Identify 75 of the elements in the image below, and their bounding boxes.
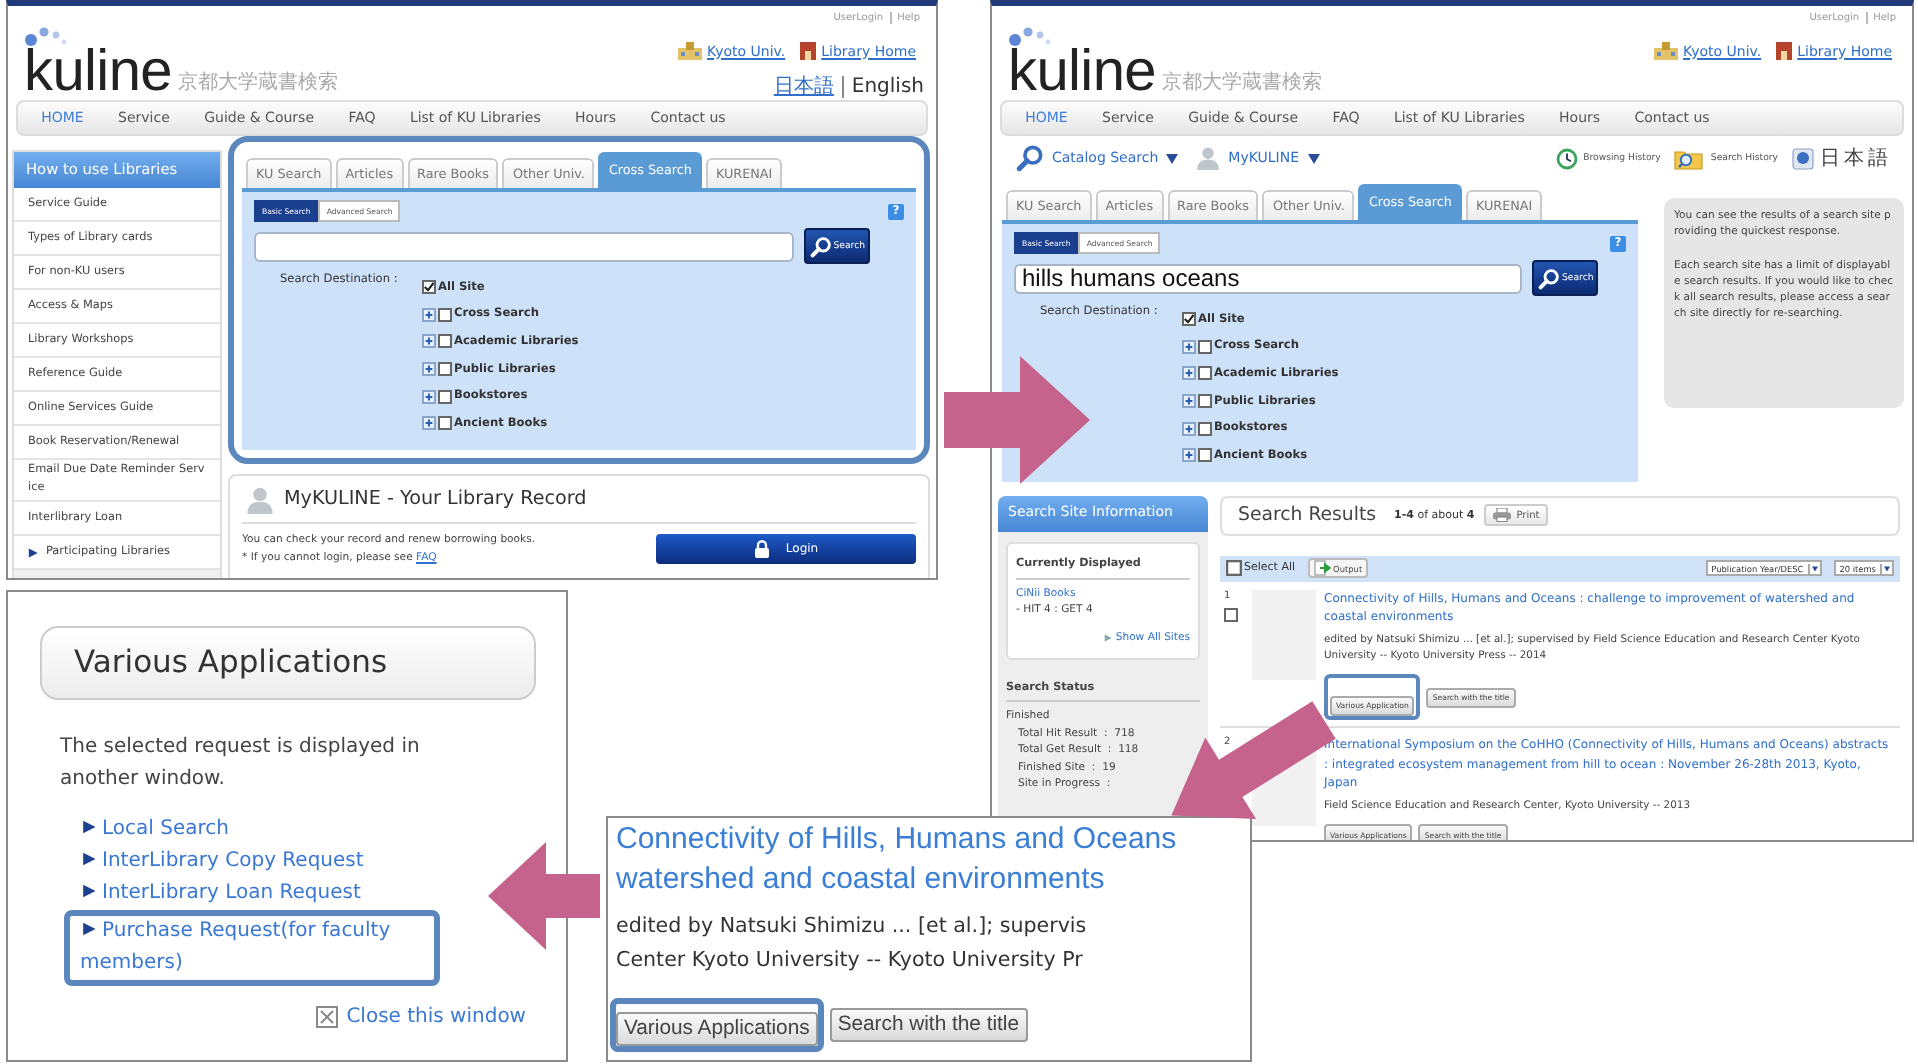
library-icon xyxy=(1775,42,1792,60)
request-link[interactable]: InterLibrary Loan Request xyxy=(80,878,361,910)
window-title: Various Applications xyxy=(40,626,536,700)
triangle-icon xyxy=(28,547,38,557)
caret-icon xyxy=(1166,153,1179,163)
checkbox-icon[interactable] xyxy=(438,307,452,322)
checkbox-icon[interactable] xyxy=(438,334,452,349)
card-title: MyKULINE - Your Library Record xyxy=(284,488,587,511)
triangle-icon xyxy=(82,819,96,834)
expand-icon[interactable] xyxy=(422,307,436,322)
close-icon xyxy=(316,1006,339,1028)
results-title: Search Results xyxy=(1238,504,1377,527)
expand-icon[interactable] xyxy=(422,334,436,349)
checkbox-icon[interactable] xyxy=(438,362,452,377)
result-title-link[interactable]: Connectivity of Hills, Humans and Oceans watershed and coastal environments xyxy=(616,820,1242,900)
checkbox-icon[interactable] xyxy=(438,416,452,431)
request-link[interactable]: InterLibrary Copy Request xyxy=(80,846,364,878)
checkbox-icon[interactable] xyxy=(1198,448,1212,463)
expand-icon[interactable] xyxy=(1182,448,1196,463)
language-link[interactable]: 日本語 xyxy=(1820,144,1892,172)
language-icon xyxy=(1792,147,1814,169)
logo-subtitle: 京都大学蔵書検索 xyxy=(177,72,338,96)
search-icon xyxy=(1016,144,1044,172)
caret-icon xyxy=(1307,153,1319,163)
expand-icon[interactable] xyxy=(422,362,436,377)
folder-search-icon xyxy=(1674,147,1705,169)
search-icon xyxy=(809,235,832,257)
triangle-icon xyxy=(82,851,96,866)
building-icon xyxy=(677,42,702,60)
triangle-icon xyxy=(82,921,96,936)
checkbox-icon[interactable] xyxy=(1226,560,1242,577)
export-icon xyxy=(1313,560,1332,577)
window-message: The selected request is displayed in another window. xyxy=(60,734,422,793)
expand-icon[interactable] xyxy=(1182,394,1196,409)
search-field[interactable]: hills humans oceans xyxy=(1014,263,1522,293)
checkbox-icon[interactable] xyxy=(1182,312,1196,327)
clock-icon xyxy=(1555,147,1578,169)
logo-wordmark: kuline xyxy=(24,48,172,96)
logo-subtitle: 京都大学蔵書検索 xyxy=(1161,72,1322,96)
library-icon xyxy=(799,42,816,60)
search-field[interactable] xyxy=(254,231,794,261)
request-link[interactable]: Local Search xyxy=(80,814,229,846)
expand-icon[interactable] xyxy=(1182,366,1196,381)
expand-icon[interactable] xyxy=(422,416,436,431)
caret-icon xyxy=(1807,563,1820,574)
triangle-icon xyxy=(1103,633,1112,642)
checkbox-icon[interactable] xyxy=(1224,607,1238,622)
language-link[interactable]: 日本語 xyxy=(773,72,834,100)
checkbox-icon[interactable] xyxy=(1198,339,1212,354)
checkbox-icon[interactable] xyxy=(1198,366,1212,381)
logo-wordmark: kuline xyxy=(1008,48,1156,96)
dots-icon xyxy=(1008,26,1052,48)
pointer-arrow xyxy=(488,842,600,950)
checkbox-icon[interactable] xyxy=(438,389,452,404)
request-link[interactable]: Purchase Request(for faculty members) xyxy=(80,916,430,980)
expand-icon[interactable] xyxy=(422,389,436,404)
result-action-button[interactable]: Various Applications xyxy=(616,1012,818,1046)
lock-icon xyxy=(753,540,770,559)
person-icon xyxy=(1196,146,1221,170)
printer-icon xyxy=(1492,508,1513,523)
checkbox-icon[interactable] xyxy=(1198,421,1212,436)
expand-icon[interactable] xyxy=(1182,421,1196,436)
result-authors: edited by Natsuki Shimizu ... [et al.]; supervis Center Kyoto University -- Kyoto University Pr xyxy=(616,912,1089,976)
checkbox-icon[interactable] xyxy=(1198,394,1212,409)
expand-icon[interactable] xyxy=(1182,339,1196,354)
language-link[interactable]: English xyxy=(841,75,924,97)
triangle-icon xyxy=(82,883,96,898)
search-icon xyxy=(1537,267,1560,289)
building-icon xyxy=(1653,42,1678,60)
close-window-link[interactable]: Close this window xyxy=(346,1006,526,1028)
person-icon xyxy=(246,485,274,514)
checkbox-icon[interactable] xyxy=(422,280,436,295)
dots-icon xyxy=(24,26,68,48)
caret-icon xyxy=(1880,563,1892,574)
result-action-button[interactable]: Search with the title xyxy=(829,1008,1027,1042)
